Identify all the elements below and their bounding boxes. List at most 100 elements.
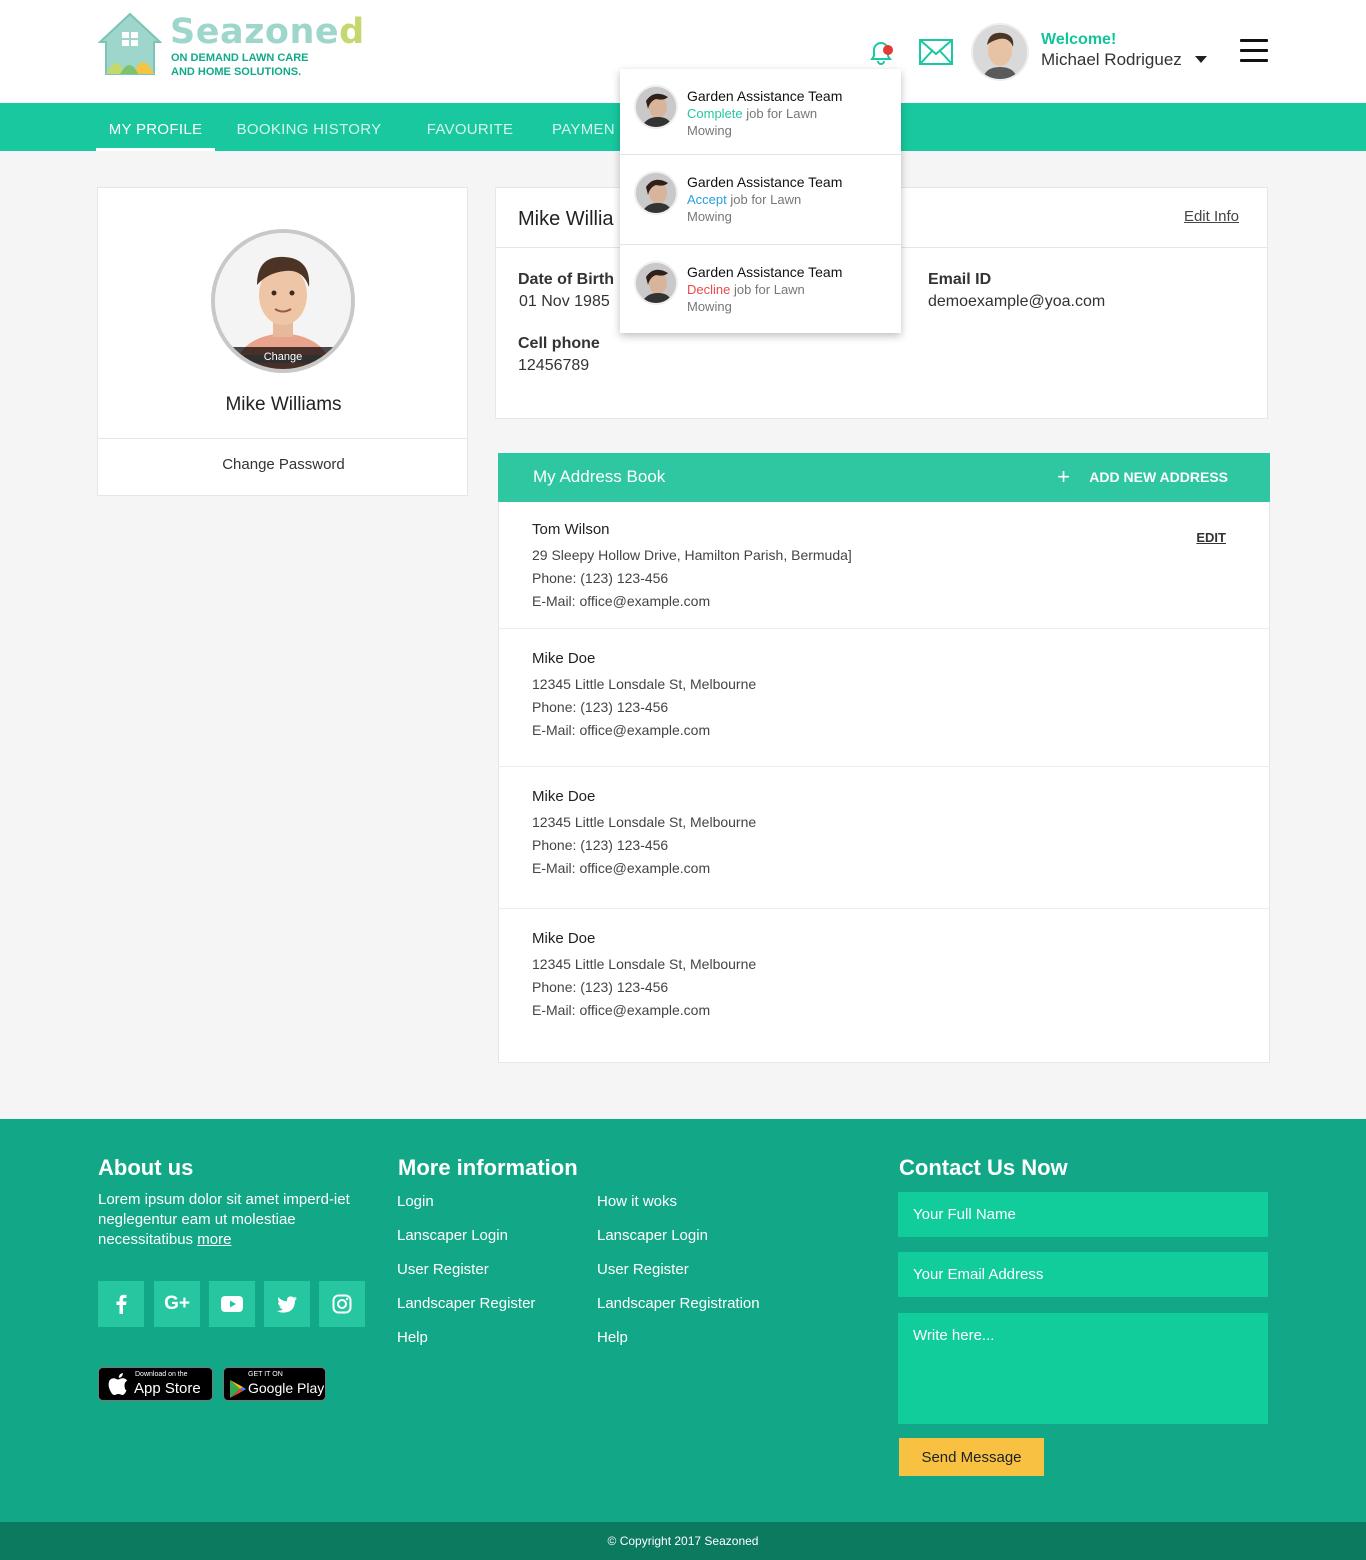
address-book-header: My Address Book + ADD NEW ADDRESS	[498, 453, 1270, 502]
footer-link-how-it-works[interactable]: How it woks	[597, 1193, 677, 1210]
tab-booking-history[interactable]: BOOKING HISTORY	[230, 103, 388, 151]
tab-favourite[interactable]: FAVOURITE	[418, 103, 522, 151]
message-field[interactable]	[898, 1313, 1268, 1424]
footer-link-landscaper-register[interactable]: Landscaper Register	[397, 1295, 535, 1312]
change-photo-button[interactable]: Change	[215, 347, 351, 369]
notification-text: Garden Assistance Team Decline job for L…	[687, 264, 843, 314]
more-link[interactable]: more	[197, 1231, 231, 1248]
status-decline: Decline	[687, 282, 731, 297]
notification-dropdown: Garden Assistance Team Complete job for …	[620, 69, 901, 333]
logo[interactable]: Seazoned ON DEMAND LAWN CARE AND HOME SO…	[98, 12, 364, 78]
email-field[interactable]	[898, 1252, 1268, 1297]
about-us-title: About us	[98, 1155, 194, 1180]
address-phone: Phone: (123) 123-456	[532, 699, 669, 715]
notification-avatar	[634, 171, 678, 215]
change-password-link[interactable]: Change Password	[98, 456, 469, 473]
app-store-small-text: Download on the	[135, 1371, 188, 1378]
divider	[499, 766, 1269, 767]
google-play-badge[interactable]: GET IT ON Google Play	[223, 1367, 326, 1401]
send-message-button[interactable]: Send Message	[899, 1438, 1044, 1476]
house-logo-icon	[98, 12, 162, 75]
tab-my-profile[interactable]: MY PROFILE	[96, 103, 215, 151]
full-name-field[interactable]	[898, 1192, 1268, 1237]
notification-avatar	[634, 261, 678, 305]
app-store-badge[interactable]: Download on the App Store	[98, 1367, 213, 1401]
address-email: E-Mail: office@example.com	[532, 1002, 711, 1018]
footer-link-help[interactable]: Help	[597, 1329, 628, 1346]
user-name[interactable]: Michael Rodriguez	[1041, 50, 1182, 70]
status-accept: Accept	[687, 192, 727, 207]
footer-link-user-register[interactable]: User Register	[397, 1261, 489, 1278]
footer-link-landscaper-registration[interactable]: Landscaper Registration	[597, 1295, 760, 1312]
profile-photo[interactable]: Change	[211, 229, 355, 373]
address-name: Mike Doe	[532, 788, 596, 805]
address-line: 12345 Little Lonsdale St, Melbourne	[532, 814, 757, 830]
dob-value: 01 Nov 1985	[519, 293, 610, 310]
edit-info-link[interactable]: Edit Info	[1184, 208, 1239, 225]
user-avatar[interactable]	[973, 25, 1027, 79]
footer-link-lanscaper-login[interactable]: Lanscaper Login	[397, 1227, 508, 1244]
email-label: Email ID	[928, 271, 992, 288]
notification-text: Garden Assistance Team Complete job for …	[687, 88, 843, 138]
email-value: demoexample@yoa.com	[928, 293, 1106, 310]
tab-payment[interactable]: PAYMEN	[552, 103, 622, 151]
notification-text: Garden Assistance Team Accept job for La…	[687, 174, 843, 224]
status-complete: Complete	[687, 106, 743, 121]
notification-item[interactable]: Garden Assistance Team Accept job for La…	[620, 155, 901, 244]
notification-avatar	[634, 85, 678, 129]
brand-name: Seazoned	[170, 12, 365, 52]
divider	[98, 438, 467, 439]
instagram-icon[interactable]	[319, 1281, 365, 1327]
welcome-text: Welcome!	[1041, 31, 1117, 48]
address-book-card: My Address Book + ADD NEW ADDRESS Tom Wi…	[498, 453, 1270, 1063]
bell-icon[interactable]	[866, 37, 896, 67]
cell-phone-value: 12456789	[518, 357, 590, 374]
divider	[499, 628, 1269, 629]
address-book-title: My Address Book	[533, 467, 666, 486]
google-play-big-text: Google Play	[248, 1380, 325, 1396]
plus-icon[interactable]: +	[1057, 466, 1070, 488]
notification-item[interactable]: Garden Assistance Team Decline job for L…	[620, 245, 901, 333]
google-play-small-text: GET IT ON	[248, 1371, 283, 1378]
address-phone: Phone: (123) 123-456	[532, 570, 669, 586]
user-avatar-image	[973, 25, 1027, 79]
app-store-big-text: App Store	[134, 1380, 201, 1397]
footer-link-login[interactable]: Login	[397, 1193, 434, 1210]
address-email: E-Mail: office@example.com	[532, 593, 711, 609]
address-phone: Phone: (123) 123-456	[532, 837, 669, 853]
facebook-icon[interactable]	[98, 1281, 144, 1327]
google-plus-icon[interactable]: G+	[154, 1281, 200, 1327]
address-email: E-Mail: office@example.com	[532, 722, 711, 738]
copyright: © Copyright 2017 Seazoned	[0, 1522, 1366, 1560]
mail-icon[interactable]	[918, 38, 954, 66]
footer-link-user-register[interactable]: User Register	[597, 1261, 689, 1278]
address-name: Mike Doe	[532, 650, 596, 667]
address-line: 12345 Little Lonsdale St, Melbourne	[532, 956, 757, 972]
cell-phone-label: Cell phone	[518, 335, 600, 352]
footer-link-help[interactable]: Help	[397, 1329, 428, 1346]
dob-label: Date of Birth	[518, 271, 614, 288]
apple-icon	[108, 1373, 128, 1395]
address-phone: Phone: (123) 123-456	[532, 979, 669, 995]
brand-tagline: ON DEMAND LAWN CARE AND HOME SOLUTIONS.	[171, 52, 309, 78]
twitter-icon[interactable]	[264, 1281, 310, 1327]
address-line: 12345 Little Lonsdale St, Melbourne	[532, 676, 757, 692]
add-new-address-button[interactable]: ADD NEW ADDRESS	[1089, 469, 1228, 485]
notification-item[interactable]: Garden Assistance Team Complete job for …	[620, 69, 901, 154]
more-information-title: More information	[398, 1155, 578, 1180]
info-title: Mike Willia	[518, 208, 614, 230]
profile-card: Change Mike Williams Change Password	[97, 187, 468, 496]
address-line: 29 Sleepy Hollow Drive, Hamilton Parish,…	[532, 547, 852, 563]
address-name: Mike Doe	[532, 930, 596, 947]
hamburger-icon[interactable]	[1240, 39, 1268, 63]
contact-us-title: Contact Us Now	[899, 1155, 1068, 1180]
google-play-icon	[230, 1380, 246, 1398]
address-email: E-Mail: office@example.com	[532, 860, 711, 876]
profile-name: Mike Williams	[225, 394, 342, 415]
address-name: Tom Wilson	[532, 521, 610, 538]
youtube-icon[interactable]	[209, 1281, 255, 1327]
footer-link-lanscaper-login[interactable]: Lanscaper Login	[597, 1227, 708, 1244]
divider	[499, 908, 1269, 909]
edit-address-button[interactable]: EDIT	[1196, 530, 1226, 545]
caret-down-icon[interactable]	[1195, 56, 1207, 63]
